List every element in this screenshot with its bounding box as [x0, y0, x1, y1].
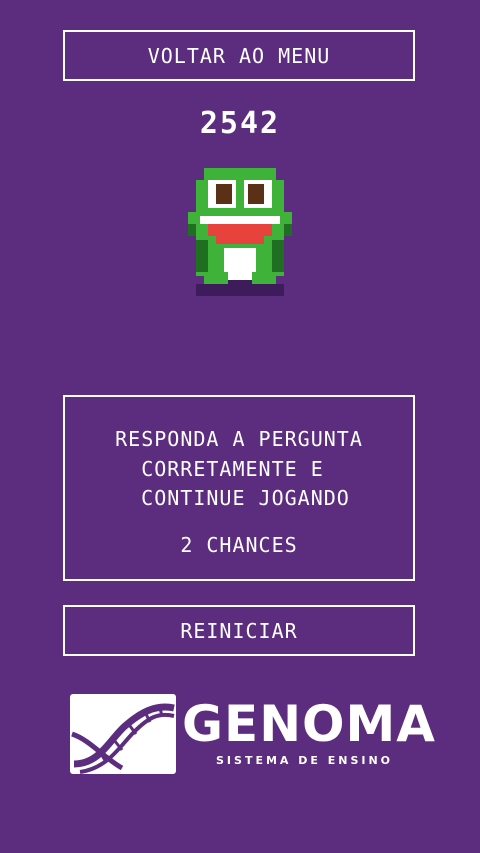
prompt-line-3: CONTINUE JOGANDO: [128, 486, 350, 510]
dna-logo-mark: [70, 694, 176, 774]
back-to-menu-button[interactable]: VOLTAR AO MENU: [63, 30, 415, 81]
logo-name: GENOMA: [182, 695, 436, 753]
prompt-line-2: CORRETAMENTE E: [141, 457, 337, 481]
prompt-line-1: RESPONDA A PERGUNTA: [115, 427, 363, 451]
back-to-menu-label: VOLTAR AO MENU: [147, 43, 331, 68]
restart-label: REINICIAR: [180, 618, 298, 643]
frog-icon: [188, 168, 292, 296]
question-prompt-panel: RESPONDA A PERGUNTA CORRETAMENTE E CONTI…: [63, 395, 415, 581]
genoma-logo: GENOMA SISTEMA DE ENSINO: [70, 694, 435, 778]
restart-button[interactable]: REINICIAR: [63, 605, 415, 656]
score-display: 2542: [199, 106, 281, 141]
dna-helix-icon: [71, 703, 175, 774]
chances-counter: 2 CHANCES: [180, 533, 298, 557]
logo-tagline: SISTEMA DE ENSINO: [216, 754, 394, 767]
